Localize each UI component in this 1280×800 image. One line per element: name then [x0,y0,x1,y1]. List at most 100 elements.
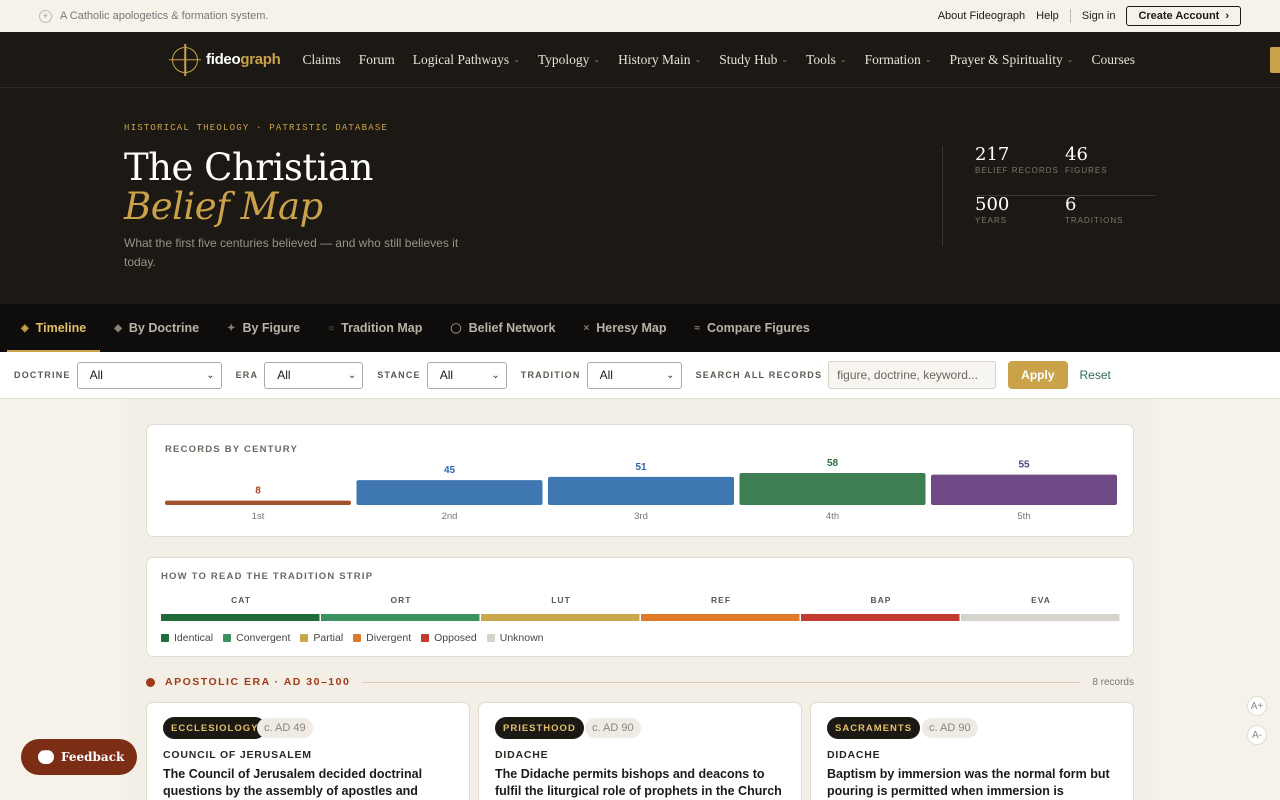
chevron-down-icon: ⌄ [839,55,847,64]
record-card[interactable]: SACRAMENTS c. AD 90 DIDACHE Baptism by i… [810,702,1134,800]
tradition-select[interactable]: All ⌄ [586,361,682,389]
nav-item-label: Courses [1091,51,1135,67]
hero-subtitle: What the first five centuries believed —… [124,236,459,269]
utility-bar: + A Catholic apologetics & formation sys… [0,0,1280,32]
sign-in-link[interactable]: Sign in [1082,10,1116,22]
nav-item-courses[interactable]: Courses [1091,52,1151,68]
doctrine-select[interactable]: All ⌄ [76,361,222,389]
strip-title: HOW TO READ THE TRADITION STRIP [161,571,373,582]
logo[interactable]: fideograph [172,46,281,73]
tab-by-doctrine[interactable]: ◆ By Doctrine [100,304,213,352]
nav-item-typology[interactable]: Typology ⌄ [538,52,616,68]
record-card[interactable]: PRIESTHOOD c. AD 90 DIDACHE The Didache … [478,702,802,800]
bar-3rd[interactable] [548,476,734,505]
logo-wordmark: fideograph [206,51,281,68]
records-by-century-card: RECORDS BY CENTURY 8 1st 45 2nd 51 3rd 58 4th 55… [146,424,1134,537]
search-input[interactable]: figure, doctrine, keyword... [828,361,997,389]
nav-item-formation[interactable]: Formation ⌄ [865,52,948,68]
chevron-down-icon: ⌄ [781,55,789,64]
bar-value-label: 51 [635,462,647,473]
bar-1st[interactable] [165,500,351,505]
nav-item-label: Logical Pathways [412,51,510,67]
font-decrease-button[interactable]: A- [1247,725,1267,745]
hero: HISTORICAL THEOLOGY · PATRISTIC DATABASE… [0,88,1280,304]
bar-5th[interactable] [931,474,1117,505]
tab-label: By Figure [242,321,301,335]
record-card[interactable]: ECCLESIOLOGY c. AD 49 COUNCIL OF JERUSAL… [146,702,470,800]
stat-value: 6 [1065,194,1077,215]
record-text: Baptism by immersion was the normal form… [827,767,1110,798]
chevron-down-icon: ⌄ [1066,55,1074,64]
tradition-label: REF [711,595,731,605]
logo-suffix: graph [240,51,281,68]
record-text: The Didache permits bishops and deacons … [495,767,782,798]
hero-eyebrow: HISTORICAL THEOLOGY · PATRISTIC DATABASE [124,123,389,133]
legend-label: Partial [313,632,344,644]
search-label: SEARCH ALL RECORDS [695,370,823,380]
view-tabs: ◈ Timeline ◆ By Doctrine ✦ By Figure ○ Traditio… [0,304,1280,352]
page-title-accent: Belief Map [124,185,323,228]
bar-value-label: 58 [827,458,839,469]
chat-bubble-icon [38,745,54,764]
nav-links: Claims Forum Logical Pathways ⌄ Typology ⌄ His… [303,52,1153,68]
create-account-label: Create Account [1138,10,1220,22]
nav-item-forum[interactable]: Forum [359,52,411,68]
nav-item-logical-pathways[interactable]: Logical Pathways ⌄ [413,52,536,68]
strip-legend: Identical Convergent Partial Divergent Oppos… [161,632,544,644]
category-tick-label: 2nd [442,511,458,522]
feedback-label: Feedback [61,750,125,764]
category-tick-label: 3rd [634,511,648,522]
nav-cta-edge[interactable] [1270,47,1280,73]
tab-compare-figures[interactable]: ≈ Compare Figures [680,304,823,352]
era-heading: APOSTOLIC ERA · AD 30–100 8 records [146,673,1134,691]
plus-icon: + [39,9,52,23]
nav-item-prayer-spirituality[interactable]: Prayer & Spirituality ⌄ [950,52,1090,68]
bar-value-label: 55 [1018,460,1030,471]
legend-label: Divergent [366,632,412,644]
tab-belief-network[interactable]: ◯ Belief Network [436,304,569,352]
category-tick-label: 1st [252,511,265,522]
nav-item-tools[interactable]: Tools ⌄ [806,52,863,68]
reset-link[interactable]: Reset [1080,368,1111,382]
help-link[interactable]: Help [1036,10,1059,22]
tab-label: Heresy Map [596,321,667,335]
stance-select[interactable]: All ⌄ [426,361,507,389]
tab-label: Tradition Map [341,321,423,335]
legend-swatch [421,634,430,642]
legend-swatch [300,634,309,642]
legend-swatch [223,634,232,642]
chevron-down-icon: ⌄ [206,369,215,381]
nav-item-label: Claims [302,51,341,67]
circle-icon: ◯ [450,322,462,334]
tab-heresy-map[interactable]: × Heresy Map [569,304,680,352]
create-account-button[interactable]: Create Account › [1126,6,1241,26]
tab-label: By Doctrine [128,321,200,335]
filter-bar: DOCTRINE All ⌄ ERA All ⌄ STANCE All ⌄ TR… [0,352,1280,399]
tradition-strip-card: HOW TO READ THE TRADITION STRIP CAT ORT LU… [146,557,1134,657]
bar-2nd[interactable] [356,480,543,505]
stance-filter-label: STANCE [377,370,421,380]
nav-item-claims[interactable]: Claims [303,52,357,68]
tradition-segment-lut [481,614,640,621]
bar-4th[interactable] [739,473,926,505]
tab-tradition-map[interactable]: ○ Tradition Map [314,304,436,352]
chevron-down-icon: ⌄ [491,369,500,381]
font-increase-button[interactable]: A+ [1247,696,1267,716]
doctrine-select-value: All [89,368,103,382]
feedback-button[interactable]: Feedback [21,739,137,775]
tab-timeline[interactable]: ◈ Timeline [7,304,101,352]
record-figure: COUNCIL OF JERUSALEM [163,749,312,761]
era-name: APOSTOLIC ERA · AD 30–100 [165,676,351,688]
era-select[interactable]: All ⌄ [264,361,364,389]
nav-item-study-hub[interactable]: Study Hub ⌄ [719,52,804,68]
page-title: The Christian [124,146,373,189]
tab-by-figure[interactable]: ✦ By Figure [213,304,314,352]
date-badge: c. AD 49 [257,718,313,738]
era-record-count: 8 records [1092,676,1134,688]
nav-item-history-main[interactable]: History Main ⌄ [618,52,717,68]
date-badge: c. AD 90 [585,718,641,738]
apply-button[interactable]: Apply [1008,361,1068,389]
about-link[interactable]: About Fideograph [938,10,1025,22]
category-badge: ECCLESIOLOGY [163,717,267,739]
tradition-strip: HOW TO READ THE TRADITION STRIP CAT ORT LU… [161,571,1120,621]
